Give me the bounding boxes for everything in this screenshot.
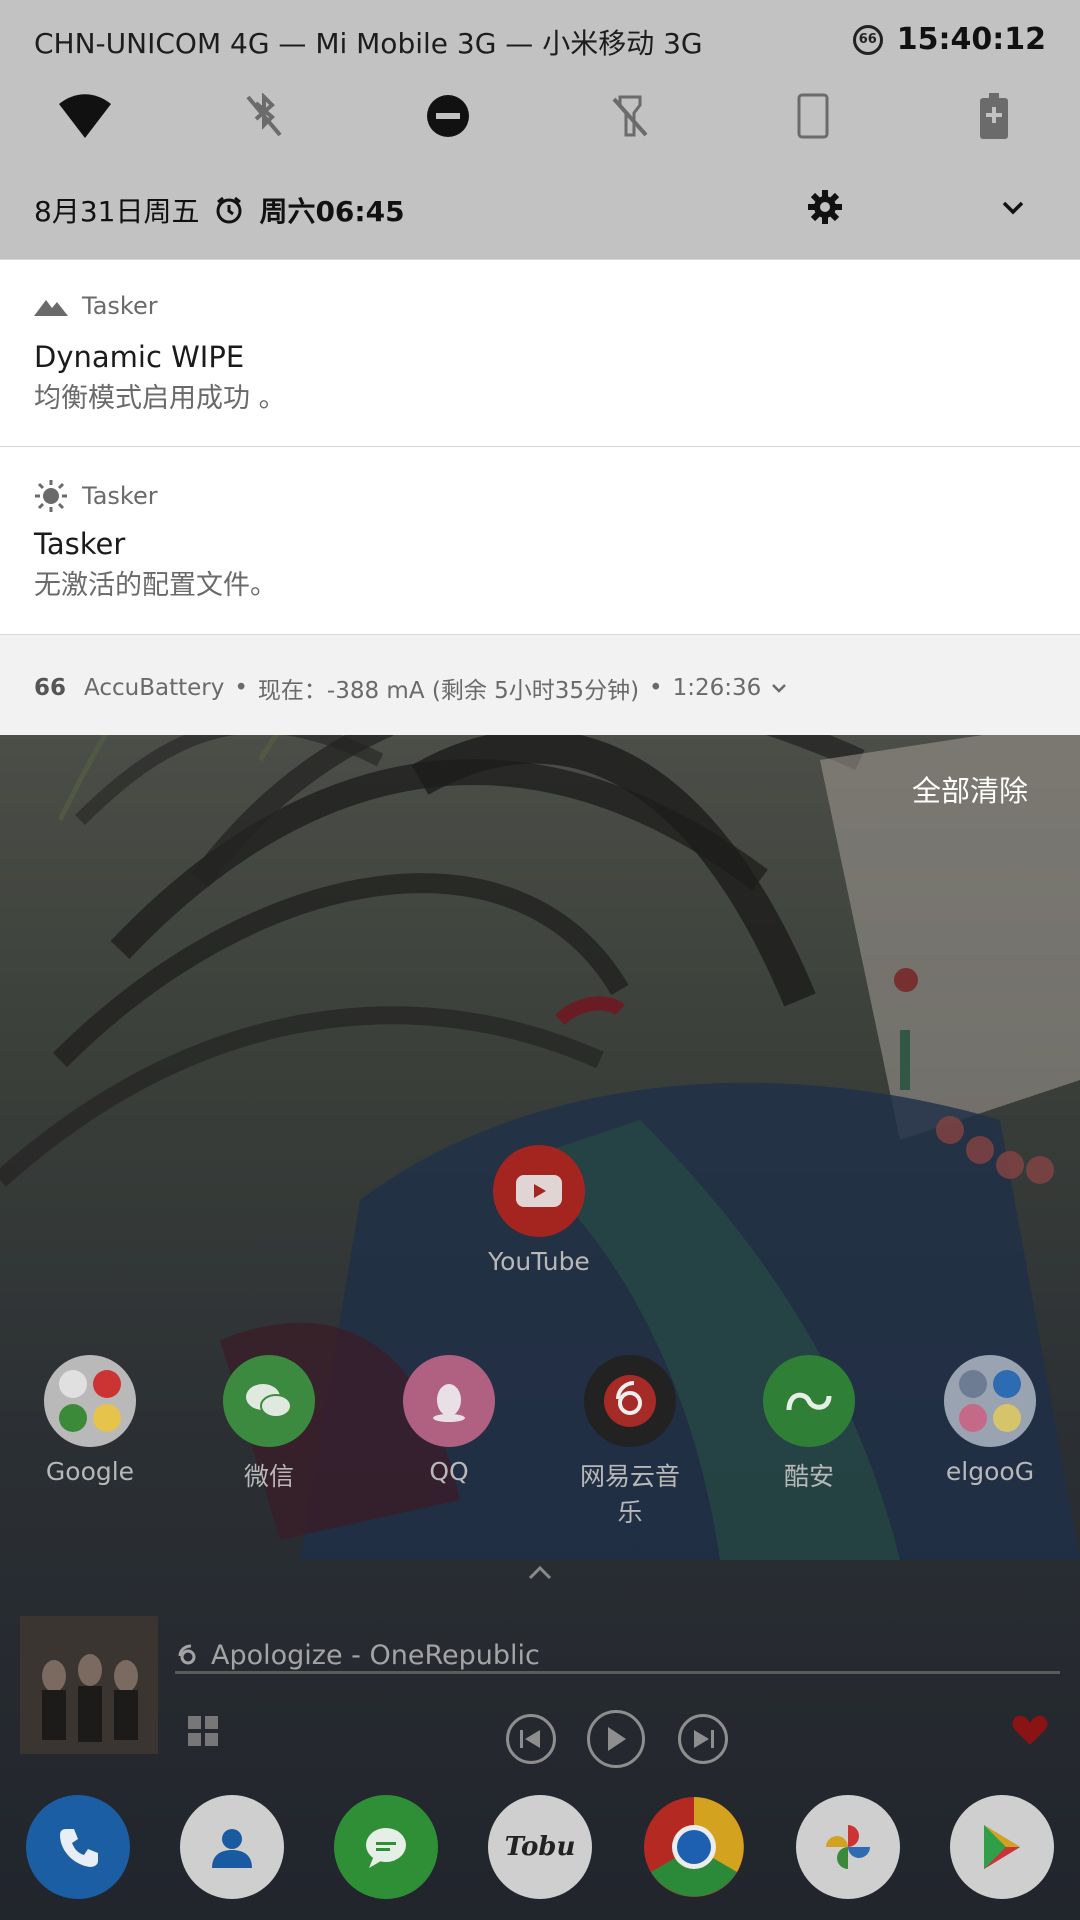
date-alarm-row: 8月31日周五 周六06:45 <box>34 190 405 230</box>
play-button[interactable] <box>587 1710 645 1768</box>
flashlight-off-icon[interactable] <box>602 88 658 144</box>
settings-gear-icon[interactable] <box>808 190 842 224</box>
tobu-icon[interactable]: Tobu <box>488 1795 592 1899</box>
quick-settings-tiles <box>0 88 1080 144</box>
photos-icon[interactable] <box>796 1795 900 1899</box>
skip-next-icon <box>694 1730 714 1748</box>
accubattery-time: 1:26:36 <box>672 675 762 701</box>
app-wechat[interactable]: 微信 <box>209 1355 329 1493</box>
widget-grid-icon[interactable] <box>188 1716 218 1746</box>
netease-music-icon <box>584 1355 676 1447</box>
music-widget: Apologize - OneRepublic <box>20 1616 1060 1768</box>
qq-icon <box>403 1355 495 1447</box>
app-label: elgooG <box>945 1457 1035 1486</box>
app-label: 微信 <box>243 1462 294 1491</box>
separator-dot: • <box>234 675 248 701</box>
app-coolapk[interactable]: 酷安 <box>749 1355 869 1493</box>
carrier-text: CHN-UNICOM 4G — Mi Mobile 3G — 小米移动 3G <box>34 27 703 60</box>
date-text[interactable]: 8月31日周五 <box>34 190 199 230</box>
accubattery-text: 现在：-388 mA (剩余 5小时35分钟) <box>257 678 640 704</box>
dock: Tobu <box>0 1765 1080 1920</box>
app-qq[interactable]: QQ <box>389 1355 509 1486</box>
quick-settings-panel: CHN-UNICOM 4G — Mi Mobile 3G — 小米移动 3G 6… <box>0 0 1080 259</box>
app-label: 网易云音乐 <box>579 1462 680 1527</box>
app-drawer-caret-icon[interactable] <box>526 1560 554 1584</box>
chrome-icon[interactable] <box>642 1795 746 1899</box>
next-track-button[interactable] <box>678 1714 728 1764</box>
app-netease-music[interactable]: 网易云音乐 <box>570 1355 690 1529</box>
bluetooth-off-icon[interactable] <box>236 88 292 144</box>
accubattery-line: 66 AccuBattery • 现在：-388 mA (剩余 5小时35分钟)… <box>34 671 787 705</box>
app-folder-google[interactable]: Google <box>30 1355 150 1486</box>
clock: 15:40:12 <box>896 22 1046 57</box>
auto-rotate-icon[interactable] <box>785 88 841 144</box>
google-folder-icon <box>44 1355 136 1447</box>
play-icon <box>608 1727 626 1751</box>
youtube-icon <box>493 1145 585 1237</box>
mountain-icon <box>34 300 68 316</box>
notification-header: Tasker <box>34 292 158 320</box>
phone-icon[interactable] <box>26 1795 130 1899</box>
play-store-icon[interactable] <box>950 1795 1054 1899</box>
expand-chevron-icon[interactable] <box>771 682 787 694</box>
battery-saver-icon[interactable] <box>966 88 1022 144</box>
notification-tasker-wipe[interactable]: Tasker Dynamic WIPE 均衡模式启用成功 。 <box>0 259 1080 446</box>
previous-track-button[interactable] <box>506 1714 556 1764</box>
accubattery-status-icon: 66 <box>852 24 883 55</box>
music-progress-bar[interactable] <box>175 1671 1060 1674</box>
sun-icon <box>35 480 67 512</box>
accubattery-badge: 66 <box>34 675 67 701</box>
notification-text: 无激活的配置文件。 <box>34 570 277 601</box>
song-title: Apologize - OneRepublic <box>211 1640 540 1671</box>
notification-app-name: Tasker <box>82 292 158 320</box>
wechat-icon <box>223 1355 315 1447</box>
coolapk-icon <box>763 1355 855 1447</box>
alarm-icon <box>216 196 242 224</box>
accubattery-status-value: 66 <box>858 32 877 47</box>
notification-tasker-profile[interactable]: Tasker Tasker 无激活的配置文件。 <box>0 446 1080 634</box>
do-not-disturb-icon[interactable] <box>420 88 476 144</box>
app-youtube[interactable]: YouTube <box>479 1145 599 1276</box>
skip-previous-icon <box>520 1730 540 1748</box>
tobu-label: Tobu <box>504 1832 576 1862</box>
status-right: 66 15:40:12 <box>852 22 1046 57</box>
app-label: 酷安 <box>783 1462 834 1491</box>
album-art[interactable] <box>20 1616 158 1754</box>
app-folder-elgoog[interactable]: elgooG <box>930 1355 1050 1486</box>
clear-all-button[interactable]: 全部清除 <box>912 768 1028 810</box>
notification-app-name: Tasker <box>82 482 158 510</box>
expand-chevron-icon[interactable] <box>998 193 1028 223</box>
favorite-heart-icon[interactable] <box>1012 1714 1048 1746</box>
alarm-text[interactable]: 周六06:45 <box>259 190 404 230</box>
notification-header: Tasker <box>34 479 158 513</box>
separator-dot: • <box>649 675 663 701</box>
app-label: QQ <box>429 1457 469 1486</box>
elgoog-folder-icon <box>944 1355 1036 1447</box>
notification-title: Dynamic WIPE <box>34 340 245 374</box>
accubattery-app-name: AccuBattery <box>84 675 225 701</box>
notification-accubattery[interactable]: 66 AccuBattery • 现在：-388 mA (剩余 5小时35分钟)… <box>0 634 1080 735</box>
wifi-icon[interactable] <box>57 88 113 144</box>
notification-title: Tasker <box>34 527 126 561</box>
song-row: Apologize - OneRepublic <box>175 1640 540 1671</box>
notification-text: 均衡模式启用成功 。 <box>34 383 286 414</box>
app-label: YouTube <box>488 1247 590 1276</box>
app-label: Google <box>45 1457 135 1486</box>
contacts-icon[interactable] <box>180 1795 284 1899</box>
netease-music-small-icon <box>178 1644 196 1664</box>
messages-icon[interactable] <box>334 1795 438 1899</box>
